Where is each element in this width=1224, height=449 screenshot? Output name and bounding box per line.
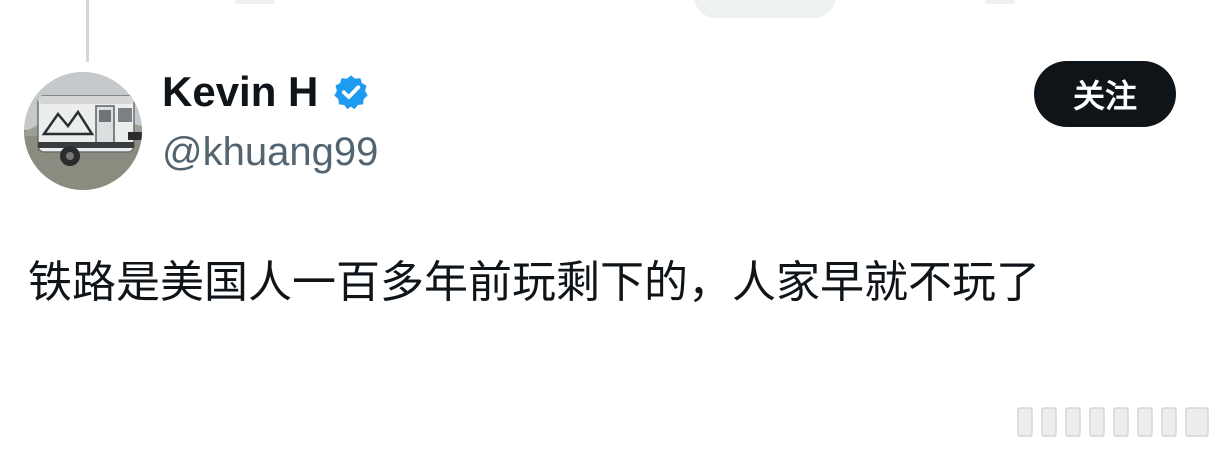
author-display-name-row[interactable]: Kevin H (162, 68, 370, 116)
watermark-mark (1017, 407, 1209, 437)
top-shadow-right (985, 0, 1015, 4)
tweet-text: 铁路是美国人一百多年前玩剩下的，人家早就不玩了 (28, 257, 1040, 308)
thread-connector-line (86, 0, 89, 62)
avatar[interactable] (24, 72, 142, 190)
top-action-pill[interactable] (694, 0, 836, 18)
avatar-image (24, 72, 142, 190)
author-handle[interactable]: @khuang99 (162, 130, 378, 175)
verified-badge-icon (332, 73, 370, 111)
follow-button[interactable]: 关注 (1034, 61, 1176, 127)
author-display-name[interactable]: Kevin H (162, 68, 318, 116)
top-shadow-left (235, 0, 275, 4)
